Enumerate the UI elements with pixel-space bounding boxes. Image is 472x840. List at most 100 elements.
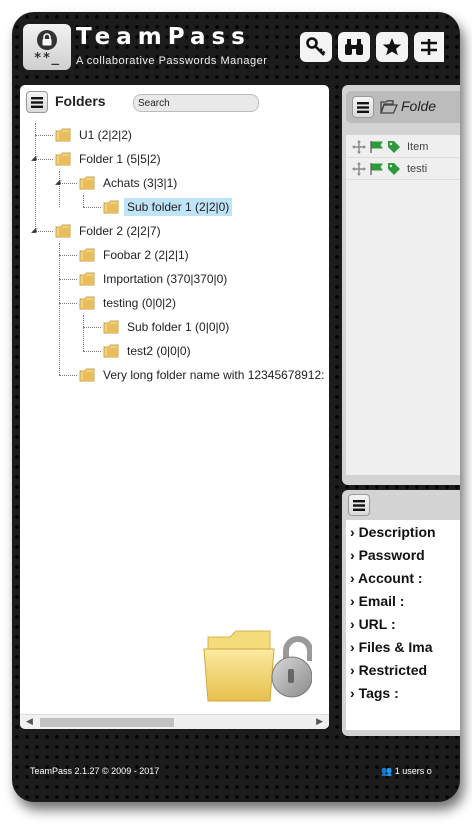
detail-field[interactable]: › Description — [350, 524, 436, 540]
favorites-button[interactable] — [376, 32, 408, 62]
key-button[interactable] — [300, 32, 332, 62]
detail-field-label: Account : — [358, 570, 423, 586]
details-menu-button[interactable] — [348, 494, 370, 516]
users-online-text: 1 users o — [394, 766, 432, 776]
tree-node-label: Sub folder 1 (0|0|0) — [127, 320, 230, 334]
detail-field-label: URL : — [358, 616, 396, 632]
menu-icon — [357, 101, 369, 113]
scroll-thumb[interactable] — [40, 718, 174, 727]
tag-icon[interactable] — [387, 162, 401, 176]
tree-horizontal-scrollbar[interactable]: ◀ ▶ — [20, 714, 329, 729]
items-panel: Folde Item testi — [342, 85, 460, 485]
scroll-left-icon[interactable]: ◀ — [26, 715, 33, 729]
tag-icon[interactable] — [387, 140, 401, 154]
tree-node-label: Folder 1 (5|5|2) — [79, 152, 161, 166]
scroll-right-icon[interactable]: ▶ — [316, 715, 323, 729]
folder-icon — [55, 224, 71, 238]
collapse-toggle-icon[interactable]: ◢ — [55, 178, 60, 186]
chevron-right-icon: › — [350, 570, 359, 586]
tree-node-label: Achats (3|3|1) — [103, 176, 178, 190]
folder-icon — [79, 272, 95, 286]
app-window: **_ TeamPass A collaborative Passwords M… — [12, 12, 460, 802]
tree-node[interactable]: Importation (370|370|0) — [79, 268, 230, 290]
item-details-panel: › Description › Password › Account : › E… — [342, 490, 460, 736]
folder-icon — [103, 320, 119, 334]
items-panel-title: Folde — [401, 98, 437, 114]
items-panel-header: Folde — [346, 91, 460, 123]
chevron-right-icon: › — [350, 685, 359, 701]
tree-node-label: Importation (370|370|0) — [103, 272, 228, 286]
app-title: TeamPass — [76, 24, 251, 50]
tree-node[interactable]: Foobar 2 (2|2|1) — [79, 244, 192, 266]
tree-node[interactable]: U1 (2|2|2) — [55, 124, 135, 146]
sliders-icon — [421, 39, 437, 55]
logo-text: **_ — [33, 50, 61, 66]
folder-open-icon — [380, 100, 398, 114]
teampass-logo: **_ — [23, 24, 71, 70]
menu-icon — [353, 499, 365, 511]
chevron-right-icon: › — [350, 639, 359, 655]
folder-icon — [79, 248, 95, 262]
tree-node[interactable]: test2 (0|0|0) — [103, 340, 194, 362]
chevron-right-icon: › — [350, 662, 359, 678]
tree-node-label: Very long folder name with 12345678912: — [103, 368, 325, 382]
settings-button[interactable] — [414, 32, 444, 62]
detail-field[interactable]: › Account : — [350, 570, 423, 586]
binoculars-icon — [345, 39, 363, 55]
move-icon[interactable] — [352, 140, 366, 154]
details-list: › Description › Password › Account : › E… — [346, 520, 460, 730]
tree-node-label: U1 (2|2|2) — [79, 128, 132, 142]
detail-field-label: Password — [358, 547, 425, 563]
tree-node[interactable]: testing (0|0|2) — [79, 292, 179, 314]
flag-icon[interactable] — [369, 140, 385, 154]
detail-field[interactable]: › URL : — [350, 616, 396, 632]
folder-icon — [55, 128, 71, 142]
detail-field-label: Tags : — [358, 685, 399, 701]
detail-field-label: Files & Ima — [358, 639, 433, 655]
lock-icon — [37, 29, 57, 50]
tree-node-selected[interactable]: Sub folder 1 (2|2|0) — [103, 196, 233, 218]
tree-node[interactable]: Folder 1 (5|5|2) — [55, 148, 164, 170]
tree-node[interactable]: Folder 2 (2|2|7) — [55, 220, 164, 242]
folder-icon — [79, 368, 95, 382]
tree-node-label: test2 (0|0|0) — [127, 344, 191, 358]
folder-lock-illustration — [203, 630, 312, 702]
chevron-right-icon: › — [350, 593, 359, 609]
find-button[interactable] — [338, 32, 370, 62]
tree-node[interactable]: Very long folder name with 12345678912: — [79, 364, 328, 386]
tree-node-label: Sub folder 1 (2|2|0) — [124, 198, 233, 216]
tree-node[interactable]: Sub folder 1 (0|0|0) — [103, 316, 232, 338]
footer-users: 👥 1 users o — [381, 766, 432, 777]
chevron-right-icon: › — [350, 616, 359, 632]
tree-node-label: Foobar 2 (2|2|1) — [103, 248, 189, 262]
move-icon[interactable] — [352, 162, 366, 176]
folder-icon — [79, 296, 95, 310]
item-label: Item — [407, 141, 429, 153]
folder-icon — [103, 344, 119, 358]
collapse-toggle-icon[interactable]: ◢ — [31, 154, 36, 162]
collapse-toggle-icon[interactable]: ◢ — [31, 226, 36, 234]
detail-field[interactable]: › Password — [350, 547, 425, 563]
item-label: testi — [407, 163, 428, 175]
star-icon — [382, 38, 402, 56]
detail-field[interactable]: › Restricted — [350, 662, 427, 678]
detail-field-label: Email : — [358, 593, 405, 609]
detail-field[interactable]: › Files & Ima — [350, 639, 432, 655]
folder-icon — [103, 200, 119, 214]
items-menu-button[interactable] — [352, 96, 374, 118]
detail-field[interactable]: › Tags : — [350, 685, 399, 701]
tree-node[interactable]: Achats (3|3|1) — [79, 172, 180, 194]
items-list: Item testi — [346, 135, 460, 475]
folders-panel: Folders ◢ ◢ ◢ ◢ U1 (2 — [20, 85, 329, 729]
folder-icon — [55, 152, 71, 166]
flag-icon[interactable] — [369, 162, 385, 176]
folder-tree: ◢ ◢ ◢ ◢ U1 (2|2|2) Folder 1 (5|5|2) Acha… — [20, 85, 329, 705]
tree-node-label: testing (0|0|2) — [103, 296, 176, 310]
detail-field[interactable]: › Email : — [350, 593, 404, 609]
footer-version: TeamPass 2.1.27 © 2009 - 2017 — [30, 766, 160, 776]
list-item[interactable]: Item — [346, 137, 460, 158]
list-item[interactable]: testi — [346, 159, 460, 180]
app-subtitle: A collaborative Passwords Manager — [76, 55, 268, 67]
detail-field-label: Description — [358, 524, 436, 540]
detail-field-label: Restricted — [358, 662, 428, 678]
